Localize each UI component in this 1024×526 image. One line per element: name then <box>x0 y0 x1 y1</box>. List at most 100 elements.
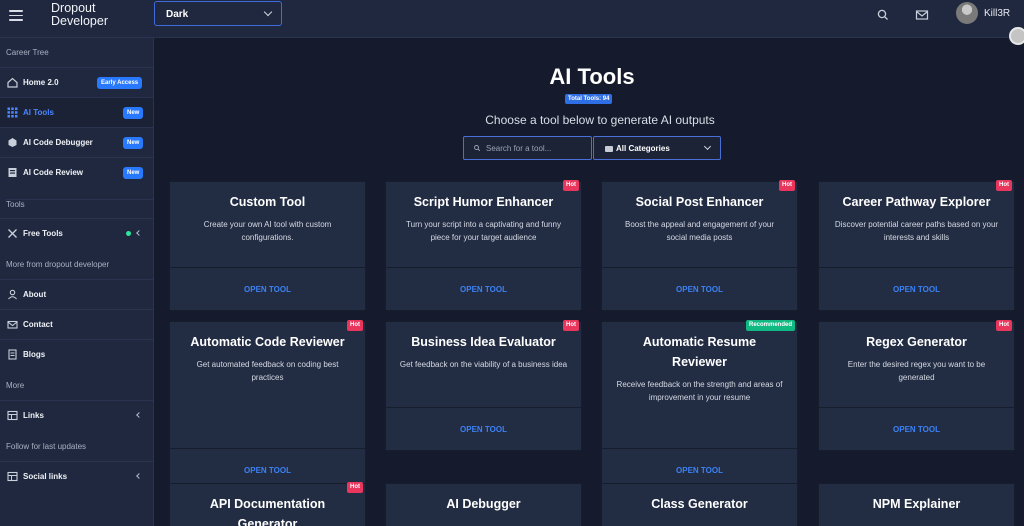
tool-card-description: Create your own AI tool with custom conf… <box>203 220 332 242</box>
top-bar: Dropout Developer Dark Kill3R <box>0 0 1024 38</box>
sidebar-item-label: Home 2.0 <box>23 78 59 87</box>
chevron-left-icon <box>136 230 142 236</box>
search-placeholder: Search for a tool... <box>486 144 552 153</box>
sidebar-item-ai-tools[interactable]: AI Tools New <box>0 97 153 127</box>
tool-card-title: Class Generator <box>651 497 748 511</box>
review-icon <box>8 168 17 177</box>
tool-card: Custom Tool Create your own AI tool with … <box>169 181 366 311</box>
home-icon <box>7 77 18 88</box>
tool-card: Career Pathway Explorer Discover potentia… <box>818 180 1015 311</box>
sidebar-section-tools: Tools <box>6 199 153 209</box>
tool-card-description: Receive feedback on the strength and are… <box>616 380 783 402</box>
tool-card-title: Social Post Enhancer <box>635 195 764 209</box>
table-icon <box>7 410 18 421</box>
menu-icon[interactable] <box>9 10 23 21</box>
tool-card: Automatic Code Reviewer Get automated fee… <box>169 320 366 492</box>
search-icon <box>474 145 480 151</box>
brand-title: Dropout Developer <box>51 1 108 28</box>
tool-card: Regex Generator Enter the desired regex y… <box>818 320 1015 451</box>
tool-card-title: NPM Explainer <box>872 497 961 511</box>
card-divider <box>602 448 797 449</box>
tool-card-title: Regex Generator <box>866 335 967 349</box>
sidebar-section-more-from: More from dropout developer <box>6 260 110 269</box>
sidebar-item-label: Links <box>23 411 44 420</box>
chevron-left-icon <box>136 473 142 479</box>
sidebar-item-ai-code-review[interactable]: AI Code Review New <box>0 157 153 187</box>
tool-card-title: API Documentation Generator <box>209 497 326 526</box>
open-tool-button[interactable]: OPEN TOOL <box>170 466 365 475</box>
tool-card-title: Automatic Resume Reviewer <box>642 335 757 369</box>
tool-card-description: Discover potential career paths based on… <box>834 220 999 242</box>
tool-card-title: Custom Tool <box>229 195 306 209</box>
open-tool-button[interactable]: OPEN TOOL <box>819 425 1014 434</box>
sidebar-item-contact[interactable]: Contact <box>0 309 153 339</box>
tool-card: Automatic Resume Reviewer Receive feedbac… <box>601 320 798 492</box>
tool-card-title: Career Pathway Explorer <box>842 195 991 209</box>
card-divider <box>170 267 365 268</box>
chevron-down-icon <box>703 142 712 151</box>
sidebar-item-social-links[interactable]: Social links <box>0 461 153 491</box>
sidebar-item-free-tools[interactable]: Free Tools <box>0 218 153 248</box>
status-dot <box>126 231 131 236</box>
grid-icon <box>7 107 18 118</box>
theme-select[interactable]: Dark <box>154 1 282 26</box>
search-input[interactable]: Search for a tool... <box>463 136 592 160</box>
sidebar-section-follow: Follow for last updates <box>6 442 87 451</box>
sidebar-item-label: Contact <box>23 320 53 329</box>
sidebar-item-label: AI Tools <box>23 108 54 117</box>
sidebar-item-label: Free Tools <box>23 229 63 238</box>
hot-badge: Hot <box>996 180 1012 191</box>
tool-card: Script Humor Enhancer Turn your script in… <box>385 180 582 311</box>
open-tool-button[interactable]: OPEN TOOL <box>170 285 365 294</box>
card-divider <box>170 448 365 449</box>
open-tool-button[interactable]: OPEN TOOL <box>819 285 1014 294</box>
document-icon <box>8 349 17 360</box>
tool-card: Social Post Enhancer Boost the appeal and… <box>601 180 798 311</box>
sidebar-item-ai-code-debugger[interactable]: AI Code Debugger New <box>0 127 153 157</box>
card-divider <box>819 267 1014 268</box>
user-menu[interactable]: Kill3R <box>956 2 1010 24</box>
hot-badge: Hot <box>563 180 579 191</box>
card-divider <box>602 267 797 268</box>
hot-badge: Hot <box>779 180 795 191</box>
open-tool-button[interactable]: OPEN TOOL <box>386 285 581 294</box>
card-divider <box>819 407 1014 408</box>
mail-icon[interactable] <box>915 8 929 22</box>
sidebar-item-links[interactable]: Links <box>0 400 153 430</box>
tool-card: Business Idea Evaluator Get feedback on t… <box>385 320 582 451</box>
user-name: Kill3R <box>984 7 1011 19</box>
sidebar-item-about[interactable]: About <box>0 279 153 309</box>
sidebar-item-home[interactable]: Home 2.0 Early Access <box>0 67 153 97</box>
tool-card-title: Script Humor Enhancer <box>413 195 554 209</box>
keyboard-icon <box>605 146 613 152</box>
page-subtitle: Choose a tool below to generate AI outpu… <box>485 113 715 127</box>
open-tool-button[interactable]: OPEN TOOL <box>386 425 581 434</box>
tool-card-title: Business Idea Evaluator <box>411 335 556 349</box>
sidebar-item-label: About <box>23 290 47 299</box>
tool-card-title: AI Debugger <box>446 497 521 511</box>
search-icon[interactable] <box>876 8 890 22</box>
hot-badge: Hot <box>563 320 579 331</box>
new-badge: New <box>123 137 144 149</box>
open-tool-button[interactable]: OPEN TOOL <box>602 466 797 475</box>
sidebar: Career Tree Home 2.0 Early Access AI Too… <box>0 38 154 526</box>
tool-card: NPM Explainer <box>818 483 1015 526</box>
sidebar-item-label: Blogs <box>23 350 46 359</box>
chevron-left-icon <box>136 412 142 418</box>
floating-avatar-button[interactable] <box>1009 27 1024 45</box>
sidebar-item-label: Social links <box>23 472 68 481</box>
table-icon <box>7 471 18 482</box>
hot-badge: Hot <box>347 320 363 331</box>
page-title: AI Tools <box>549 64 635 89</box>
avatar <box>956 2 978 24</box>
sidebar-item-label: AI Code Debugger <box>23 138 93 147</box>
open-tool-button[interactable]: OPEN TOOL <box>602 285 797 294</box>
tool-card: API Documentation Generator Hot <box>169 482 366 526</box>
category-select[interactable]: All Categories <box>593 136 721 160</box>
sidebar-item-blogs[interactable]: Blogs <box>0 339 153 369</box>
card-divider <box>386 407 581 408</box>
tool-card-description: Turn your script into a captivating and … <box>406 220 561 242</box>
mail-icon <box>7 320 18 329</box>
bug-icon <box>8 138 17 147</box>
sidebar-item-label: AI Code Review <box>23 168 84 177</box>
